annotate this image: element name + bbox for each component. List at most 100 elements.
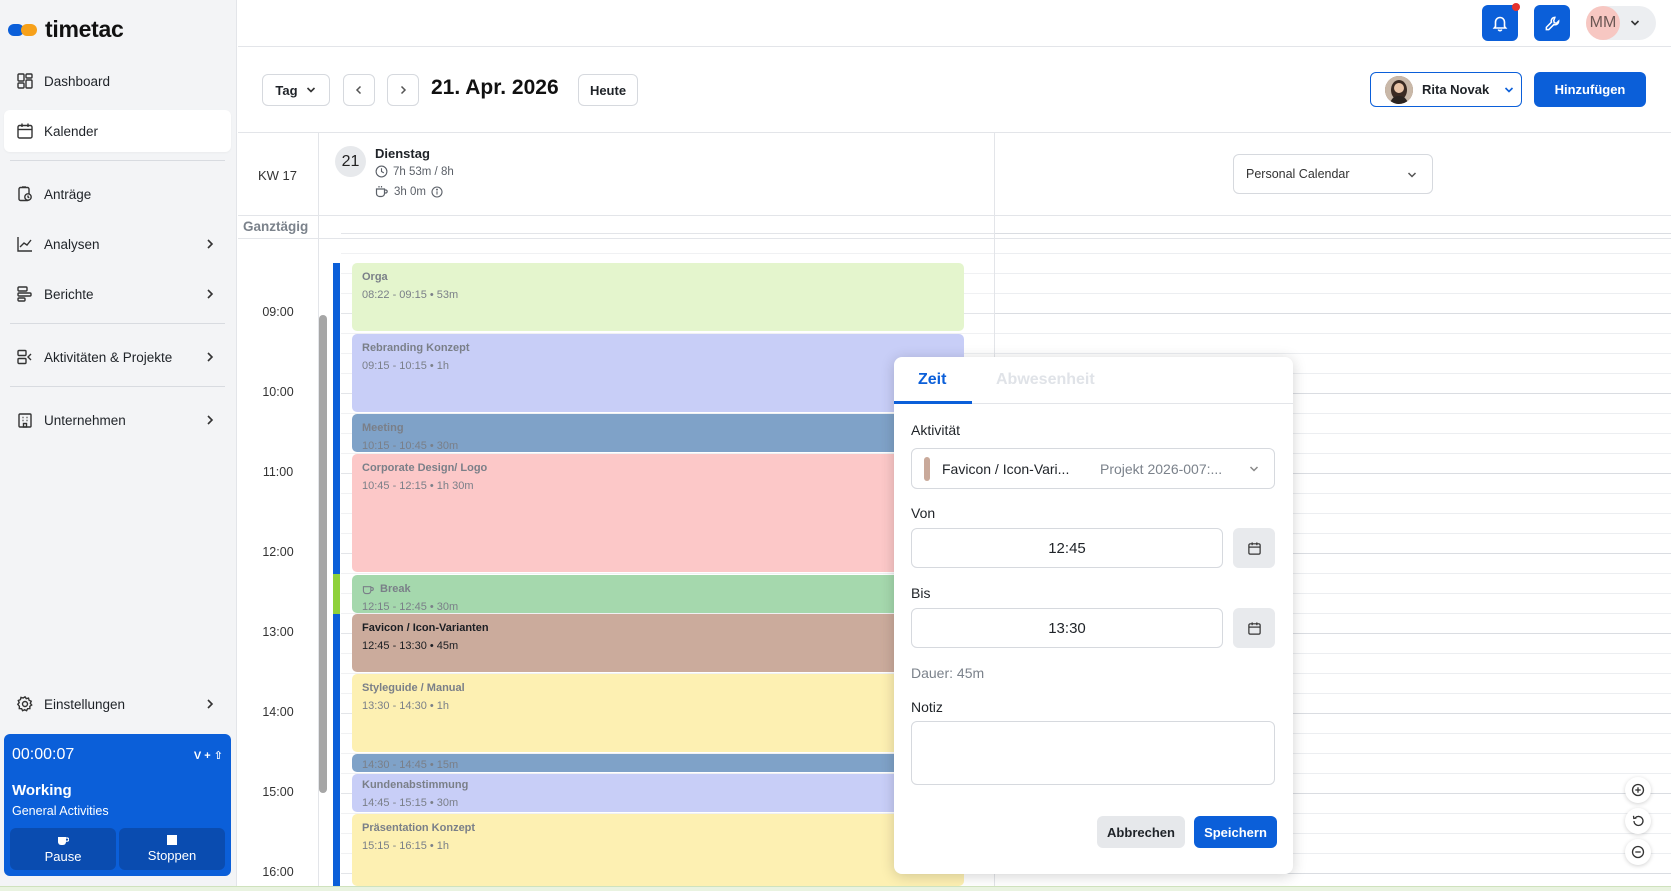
calendar-icon <box>16 122 34 140</box>
bell-icon <box>1491 14 1509 32</box>
all-day-label: Ganztägig <box>243 219 309 234</box>
sidebar-item-einstellungen[interactable]: Einstellungen <box>4 683 231 725</box>
chevron-right-icon <box>203 413 217 427</box>
today-button[interactable]: Heute <box>578 74 638 106</box>
coffee-icon <box>362 583 375 595</box>
calendar-event-break[interactable]: Break 12:15 - 12:45 • 30m <box>352 575 964 613</box>
activity-label: Aktivität <box>911 422 961 438</box>
day-number[interactable]: 21 <box>335 146 366 177</box>
cancel-button[interactable]: Abbrechen <box>1097 816 1185 848</box>
calendar-event[interactable]: Styleguide / Manual 13:30 - 14:30 • 1h <box>352 674 964 752</box>
chevron-right-icon <box>203 287 217 301</box>
day-name: Dienstag <box>375 146 430 161</box>
sidebar-item-kalender[interactable]: Kalender <box>4 110 231 152</box>
hour-label: 12:00 <box>262 545 294 559</box>
calendar-select[interactable]: Personal Calendar <box>1233 154 1433 194</box>
worked-time-bar <box>333 614 340 886</box>
hour-label: 16:00 <box>262 865 294 879</box>
from-label: Von <box>911 505 936 521</box>
tab-absence[interactable]: Abwesenheit <box>996 371 1095 389</box>
note-label: Notiz <box>911 699 943 715</box>
event-title: Meeting <box>362 422 404 434</box>
zoom-in-button[interactable] <box>1625 777 1651 803</box>
sidebar-item-label: Einstellungen <box>44 696 126 712</box>
calendar-event-selected[interactable]: Favicon / Icon-Varianten 12:45 - 13:30 •… <box>352 614 964 672</box>
event-title-text: Break <box>380 583 411 595</box>
active-tab-indicator <box>894 401 972 404</box>
calendar-event[interactable]: Orga 08:22 - 09:15 • 53m <box>352 263 964 331</box>
zoom-out-icon <box>1631 845 1645 859</box>
brand-name: timetac <box>45 16 124 42</box>
event-time: 12:45 - 13:30 • 45m <box>362 640 459 652</box>
calendar-event[interactable]: Kundenabstimmung 14:45 - 15:15 • 30m <box>352 774 964 812</box>
logo[interactable]: timetac <box>8 16 124 43</box>
sidebar-item-label: Berichte <box>44 286 94 302</box>
from-time-input[interactable]: 12:45 <box>911 528 1223 568</box>
sidebar-item-antraege[interactable]: Anträge <box>4 173 231 215</box>
user-menu[interactable]: MM <box>1586 6 1656 40</box>
event-title: Favicon / Icon-Varianten <box>362 622 489 634</box>
calendar-event[interactable]: Präsentation Konzept 15:15 - 16:15 • 1h <box>352 814 964 886</box>
add-button[interactable]: Hinzufügen <box>1534 72 1646 107</box>
event-time: 10:45 - 12:15 • 1h 30m <box>362 480 474 492</box>
sidebar-item-dashboard[interactable]: Dashboard <box>4 60 231 102</box>
view-select[interactable]: Tag <box>262 74 330 106</box>
sidebar-item-berichte[interactable]: Berichte <box>4 273 231 315</box>
activity-select[interactable]: Favicon / Icon-Vari... Projekt 2026-007:… <box>911 448 1275 489</box>
grid-line <box>995 233 1671 234</box>
grid-line <box>341 253 994 254</box>
activity-color-swatch <box>924 456 930 481</box>
divider <box>10 386 225 387</box>
grid-line <box>995 353 1671 354</box>
stop-icon <box>167 835 177 845</box>
chevron-down-icon <box>1248 463 1260 475</box>
stop-button[interactable]: Stoppen <box>119 828 225 870</box>
info-icon[interactable] <box>431 185 443 198</box>
zoom-out-button[interactable] <box>1625 839 1651 865</box>
coffee-icon <box>57 835 69 846</box>
timer-shortcut: V + ⇧ <box>193 750 223 762</box>
status-strip <box>0 886 1671 891</box>
to-time-input[interactable]: 13:30 <box>911 608 1223 648</box>
sidebar-item-label: Anträge <box>44 186 92 202</box>
chevron-right-icon <box>203 237 217 251</box>
week-number: KW 17 <box>258 168 298 183</box>
calendar-event[interactable]: 14:30 - 14:45 • 15m <box>352 754 964 772</box>
break-time-bar <box>333 574 340 614</box>
note-textarea[interactable] <box>911 721 1275 785</box>
grid-line <box>995 333 1671 334</box>
sidebar-item-unternehmen[interactable]: Unternehmen <box>4 399 231 441</box>
calendar-event[interactable]: Corporate Design/ Logo 10:45 - 12:15 • 1… <box>352 454 964 572</box>
calendar-event[interactable]: Rebranding Konzept 09:15 - 10:15 • 1h <box>352 334 964 412</box>
calendar-icon <box>1247 541 1262 556</box>
from-date-picker-button[interactable] <box>1233 528 1275 568</box>
view-label: Tag <box>275 82 298 98</box>
previous-day-button[interactable] <box>343 74 375 106</box>
next-day-button[interactable] <box>387 74 419 106</box>
requests-icon <box>16 185 34 203</box>
save-button[interactable]: Speichern <box>1194 816 1277 848</box>
hour-label: 14:00 <box>262 705 294 719</box>
pause-button[interactable]: Pause <box>10 828 116 870</box>
reset-zoom-button[interactable] <box>1625 808 1651 834</box>
event-title: Corporate Design/ Logo <box>362 462 488 474</box>
person-select[interactable]: Rita Novak <box>1370 72 1522 107</box>
sidebar-item-aktivitaeten-projekte[interactable]: Aktivitäten & Projekte <box>4 336 231 378</box>
tab-time[interactable]: Zeit <box>918 371 946 389</box>
projects-icon <box>16 348 34 366</box>
notifications-button[interactable] <box>1482 3 1520 41</box>
tools-button[interactable] <box>1534 5 1570 41</box>
to-date-picker-button[interactable] <box>1233 608 1275 648</box>
event-time: 15:15 - 16:15 • 1h <box>362 840 450 852</box>
break-time-value: 3h 0m <box>394 185 426 198</box>
break-time: 3h 0m <box>375 185 443 198</box>
current-date-title: 21. Apr. 2026 <box>431 76 559 99</box>
all-day-row[interactable] <box>238 217 1671 239</box>
reset-icon <box>1631 814 1645 828</box>
hour-label: 09:00 <box>262 305 294 319</box>
sidebar-item-analysen[interactable]: Analysen <box>4 223 231 265</box>
scroll-indicator[interactable] <box>319 315 327 793</box>
timer-elapsed: 00:00:07 <box>12 746 75 763</box>
event-title: Kundenabstimmung <box>362 779 469 791</box>
calendar-event[interactable]: Meeting 10:15 - 10:45 • 30m <box>352 414 964 452</box>
